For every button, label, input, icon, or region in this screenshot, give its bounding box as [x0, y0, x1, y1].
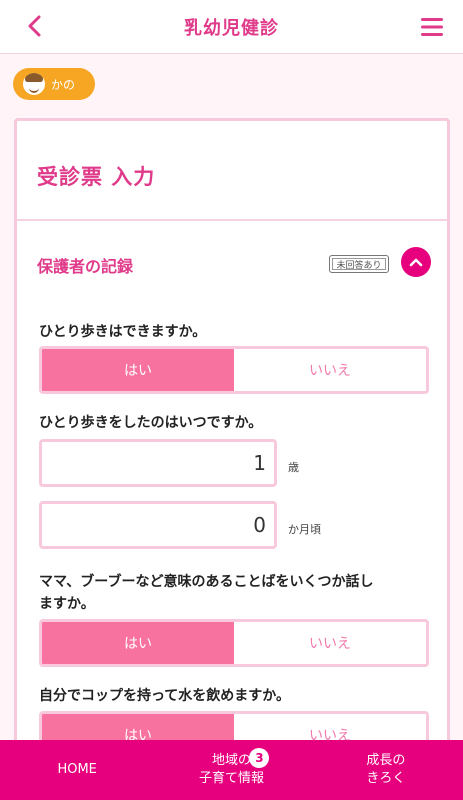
tab-growth-line2: きろく [366, 771, 406, 786]
question-walk-age: ひとり歩きをしたのはいつですか。 [39, 415, 263, 431]
age-months-unit: か月頃 [288, 523, 321, 536]
question-words-line2: ますか。 [39, 596, 95, 612]
chevron-left-icon [28, 15, 41, 37]
tab-home[interactable]: HOME [0, 740, 154, 800]
chevron-up-icon [409, 258, 423, 267]
question-words: ママ、ブーブーなど意味のあることばをいくつか話し ますか。 [39, 571, 373, 615]
form-card: 受診票 入力 保護者の記録 未回答あり ひとり歩きはできますか。 はい いいえ … [14, 118, 450, 759]
tab-growth-record-label: 成長の きろく [366, 752, 405, 788]
no-option[interactable]: いいえ [234, 349, 426, 391]
answer-walk: はい いいえ [39, 346, 429, 394]
form-title: 受診票 入力 [37, 165, 156, 189]
tab-growth-line1: 成長の [366, 753, 406, 768]
back-button[interactable] [18, 10, 50, 42]
child-selector[interactable]: かの [13, 68, 95, 100]
section-title: 保護者の記録 [37, 257, 134, 276]
divider [17, 219, 447, 221]
age-years-unit: 歳 [288, 461, 299, 474]
child-avatar-icon [23, 73, 45, 95]
age-years-input[interactable]: 1 [39, 439, 277, 487]
question-walk: ひとり歩きはできますか。 [39, 324, 207, 340]
no-option[interactable]: いいえ [234, 622, 426, 664]
question-words-line1: ママ、ブーブーなど意味のあることばをいくつか話し [39, 574, 374, 590]
question-cup: 自分でコップを持って水を飲めますか。 [39, 688, 291, 704]
menu-button[interactable] [417, 12, 447, 42]
app-header: 乳幼児健診 [0, 0, 463, 54]
tab-home-label: HOME [57, 762, 97, 777]
child-name: かの [51, 77, 76, 92]
page-title: 乳幼児健診 [184, 17, 279, 39]
tab-local-info[interactable]: 地域の 子育て情報 3 [154, 740, 308, 800]
unanswered-badge: 未回答あり [329, 255, 389, 273]
answer-words: はい いいえ [39, 619, 429, 667]
collapse-button[interactable] [401, 247, 431, 277]
tab-local-info-line2: 子育て情報 [198, 771, 264, 786]
hamburger-menu-icon [421, 18, 443, 36]
age-months-input[interactable]: 0 [39, 501, 277, 549]
notification-count-badge: 3 [249, 748, 270, 768]
bottom-tab-bar: HOME 地域の 子育て情報 3 成長の きろく [0, 740, 463, 800]
yes-option[interactable]: はい [42, 349, 234, 391]
yes-option[interactable]: はい [42, 622, 234, 664]
tab-growth-record[interactable]: 成長の きろく [309, 740, 463, 800]
